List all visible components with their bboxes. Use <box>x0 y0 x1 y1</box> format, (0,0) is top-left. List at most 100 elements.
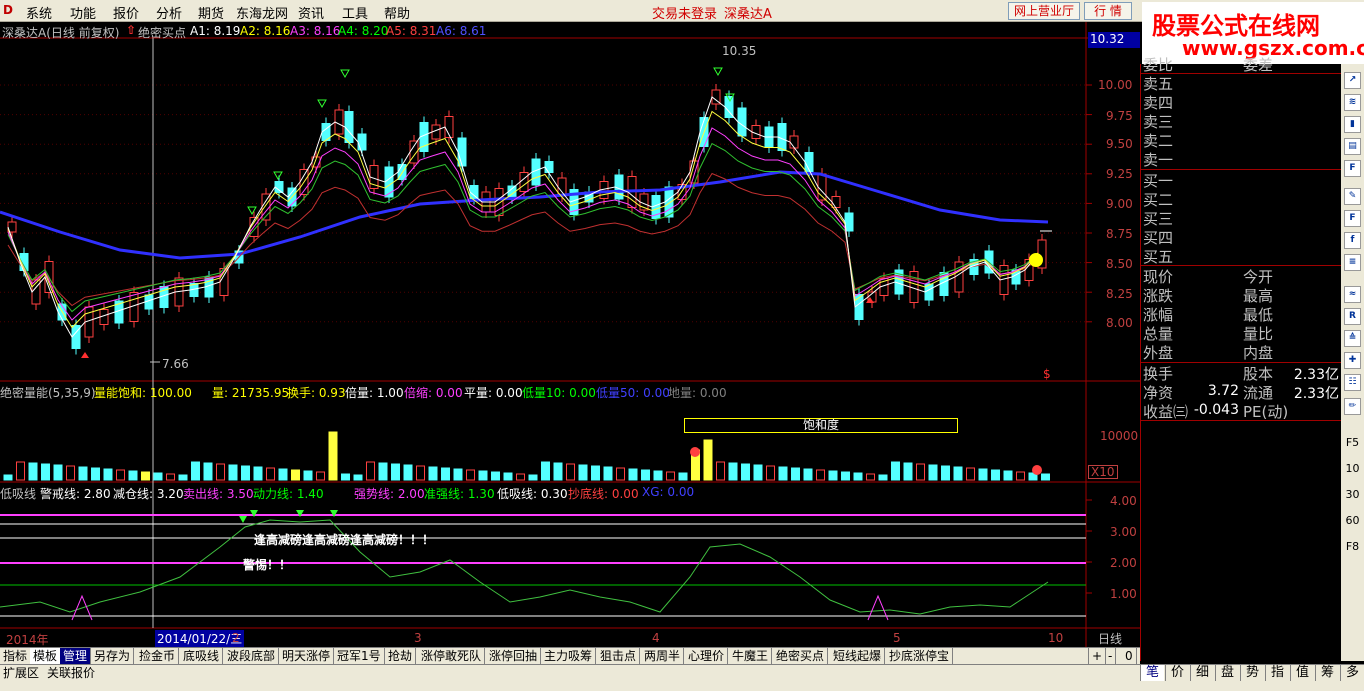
low-field-alert: 警戒线: 2.80 <box>40 487 111 501</box>
volume-bar <box>978 468 988 481</box>
candle-body <box>274 181 284 193</box>
menu-help[interactable]: 帮助 <box>384 3 410 22</box>
bid-2: 买二 <box>1143 191 1174 209</box>
candle-body <box>469 185 479 199</box>
tab-band-bottom[interactable]: 波段底部 <box>224 648 280 665</box>
tab-tick[interactable]: 笔 <box>1140 665 1164 681</box>
volume-bar <box>428 466 438 481</box>
tab-trend[interactable]: 势 <box>1240 665 1264 681</box>
tab-value[interactable]: 值 <box>1290 665 1314 681</box>
zoom-plus-button[interactable]: + <box>1088 648 1107 665</box>
rsi-icon[interactable]: R <box>1344 308 1361 325</box>
volume-bar <box>378 462 388 481</box>
tab-extension-area[interactable]: 扩展区 <box>0 666 42 682</box>
f10-icon[interactable]: F <box>1344 160 1361 177</box>
chart-settings-icon[interactable]: ≡ <box>1344 254 1361 271</box>
volume-marker-icon <box>690 447 700 457</box>
tab-template[interactable]: 模板 <box>30 648 62 665</box>
tab-indicator[interactable]: 指标 <box>0 648 32 665</box>
tab-secret-buy[interactable]: 绝密买点 <box>773 648 829 665</box>
tab-order[interactable]: 盘 <box>1215 665 1239 681</box>
trade-login-status[interactable]: 交易未登录 <box>652 3 717 22</box>
vol-indicator-icon[interactable]: ≈ <box>1344 286 1361 303</box>
tab-sniper[interactable]: 狙击点 <box>597 648 641 665</box>
eps-label: 收益㈢ <box>1143 403 1189 421</box>
volume-bar <box>478 470 488 481</box>
menu-news[interactable]: 资讯 <box>298 3 324 22</box>
tab-bottom-suck[interactable]: 底吸线 <box>180 648 224 665</box>
period-60[interactable]: 60 <box>1341 514 1364 527</box>
menu-donghai[interactable]: 东海龙网 <box>236 3 288 22</box>
xaxis-month-5: 5 <box>893 631 901 645</box>
menu-quote[interactable]: 报价 <box>113 3 139 22</box>
period-label[interactable]: 日线 <box>1098 630 1122 647</box>
tab-gold-coin[interactable]: 捡金币 <box>136 648 180 665</box>
f10-info-icon[interactable]: F <box>1344 210 1361 227</box>
volume-bar <box>916 463 925 481</box>
tab-chips[interactable]: 筹 <box>1315 665 1339 681</box>
macd-icon[interactable]: ≙ <box>1344 330 1361 347</box>
volume-bar <box>191 461 200 481</box>
tab-limit-up-tomorrow[interactable]: 明天涨停 <box>279 648 335 665</box>
volume-bar <box>403 464 413 481</box>
tab-main-accumulate[interactable]: 主力吸筹 <box>541 648 597 665</box>
volume-bar <box>791 467 800 481</box>
zoom-reset-button[interactable]: 0 <box>1122 648 1137 665</box>
volume-bar <box>128 470 138 481</box>
xaxis-year: 2014年 <box>6 633 49 647</box>
low-chart-title: 低吸线 <box>0 487 37 501</box>
zoom-icon[interactable]: ☷ <box>1344 374 1361 391</box>
chart-canvas[interactable] <box>0 22 1140 647</box>
volume-bar <box>1041 473 1050 481</box>
tab-bottom-limit[interactable]: 抄底涨停宝 <box>886 648 954 665</box>
menu-analysis[interactable]: 分析 <box>156 3 182 22</box>
tab-two-weeks[interactable]: 两周半 <box>641 648 685 665</box>
tab-short-burst[interactable]: 短线起爆 <box>830 648 886 665</box>
net-assets-value: 3.72 <box>1207 383 1239 399</box>
main-indicator-name: 绝密买点 <box>138 26 187 40</box>
quote-panel-tabs: 笔 价 细 盘 势 指 值 筹 多 <box>1140 664 1364 682</box>
menu-system[interactable]: 系统 <box>26 3 52 22</box>
trend-icon[interactable]: ≋ <box>1344 94 1361 111</box>
volume-bar <box>578 464 588 481</box>
compare-icon[interactable]: ▤ <box>1344 138 1361 155</box>
volume-bar <box>516 473 525 481</box>
tab-dare-die[interactable]: 涨停敢死队 <box>418 648 486 665</box>
tab-manage[interactable]: 管理 <box>60 648 92 665</box>
chart-line-icon[interactable]: ↗ <box>1344 72 1361 89</box>
tab-index[interactable]: 指 <box>1265 665 1289 681</box>
volume-bar <box>553 462 563 481</box>
news-icon[interactable]: ✎ <box>1344 188 1361 205</box>
volume-bar <box>391 463 400 481</box>
pencil-icon[interactable]: ✏ <box>1344 398 1361 415</box>
tab-champion[interactable]: 冠军1号 <box>334 648 385 665</box>
quote-button[interactable]: 行 情 <box>1084 2 1132 20</box>
tab-pullback[interactable]: 涨停回抽 <box>486 648 542 665</box>
menu-tools[interactable]: 工具 <box>342 3 368 22</box>
candle-body <box>544 161 554 173</box>
volume-bar <box>166 473 175 481</box>
online-hall-button[interactable]: 网上营业厅 <box>1008 2 1080 20</box>
volume-bar <box>666 471 675 481</box>
sell-arrow-icon <box>340 69 350 79</box>
period-10[interactable]: 10 <box>1341 462 1364 475</box>
chart-area[interactable]: 深桑达A(日线 前复权) ⇧ 绝密买点 A1: 8.19 A2: 8.16 A3… <box>0 22 1140 647</box>
tab-save-as[interactable]: 另存为 <box>91 648 135 665</box>
cross-icon[interactable]: ✚ <box>1344 352 1361 369</box>
period-30[interactable]: 30 <box>1341 488 1364 501</box>
tab-psych-price[interactable]: 心理价 <box>685 648 729 665</box>
tab-bull-demon[interactable]: 牛魔王 <box>729 648 773 665</box>
period-f5[interactable]: F5 <box>1341 436 1364 449</box>
menu-futures[interactable]: 期货 <box>198 3 224 22</box>
saturation-label-box: 饱和度 <box>684 418 958 433</box>
zoom-minus-button[interactable]: - <box>1105 648 1117 665</box>
tab-detail[interactable]: 细 <box>1190 665 1214 681</box>
kline-icon[interactable]: ▮ <box>1344 116 1361 133</box>
tab-related-quote[interactable]: 关联报价 <box>44 666 98 682</box>
tab-rob[interactable]: 抢劫 <box>385 648 417 665</box>
formula-icon[interactable]: f <box>1344 232 1361 249</box>
period-f8[interactable]: F8 <box>1341 540 1364 553</box>
tab-price[interactable]: 价 <box>1165 665 1189 681</box>
menu-function[interactable]: 功能 <box>70 3 96 22</box>
tab-multi[interactable]: 多 <box>1340 665 1364 681</box>
